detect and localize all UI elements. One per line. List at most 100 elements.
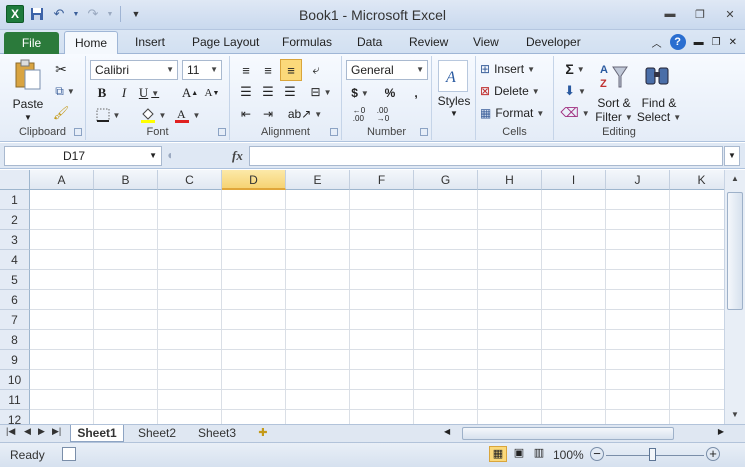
delete-cells-button[interactable]: ⊠ Delete ▼: [480, 82, 550, 100]
number-format-combo[interactable]: General ▼: [346, 60, 428, 80]
align-top-icon[interactable]: ≡: [236, 60, 256, 80]
formula-input[interactable]: [249, 146, 723, 166]
insert-function-icon[interactable]: fx: [232, 148, 243, 164]
italic-icon[interactable]: I: [116, 84, 132, 102]
help-icon[interactable]: ?: [669, 34, 686, 50]
first-sheet-icon[interactable]: |◀: [6, 426, 15, 437]
styles-dropdown-icon[interactable]: ▼: [448, 108, 460, 118]
row-header-5[interactable]: 5: [0, 270, 30, 290]
sort-filter-button[interactable]: Filter ▼: [592, 110, 636, 124]
row-header-12[interactable]: 12: [0, 410, 30, 424]
find-select-icon[interactable]: [640, 60, 674, 92]
align-middle-icon[interactable]: ≡: [258, 60, 278, 80]
wrap-text-icon[interactable]: ⤶: [306, 60, 326, 80]
zoom-in-icon[interactable]: +: [706, 447, 720, 461]
column-header-h[interactable]: H: [478, 170, 542, 190]
zoom-out-icon[interactable]: −: [590, 447, 604, 461]
workbook-minimize-icon[interactable]: ▬: [694, 37, 704, 48]
decrease-indent-icon[interactable]: ⇤: [236, 104, 256, 124]
font-launcher-icon[interactable]: [218, 128, 226, 136]
paste-dropdown-icon[interactable]: ▼: [22, 112, 34, 122]
column-header-f[interactable]: F: [350, 170, 414, 190]
insert-sheet-icon[interactable]: ✚: [252, 425, 274, 442]
row-header-9[interactable]: 9: [0, 350, 30, 370]
row-header-11[interactable]: 11: [0, 390, 30, 410]
row-header-6[interactable]: 6: [0, 290, 30, 310]
row-header-7[interactable]: 7: [0, 310, 30, 330]
increase-indent-icon[interactable]: ⇥: [258, 104, 278, 124]
tab-data[interactable]: Data: [357, 35, 382, 49]
scroll-up-icon[interactable]: ▲: [727, 172, 743, 186]
align-right-icon[interactable]: ☰: [280, 82, 300, 102]
next-sheet-icon[interactable]: ▶: [38, 426, 45, 437]
prev-sheet-icon[interactable]: ◀: [24, 426, 31, 437]
orientation-icon[interactable]: ab↗ ▼: [288, 104, 322, 124]
tab-insert[interactable]: Insert: [135, 35, 165, 49]
page-layout-view-icon[interactable]: ▣: [510, 446, 528, 462]
tab-view[interactable]: View: [473, 35, 499, 49]
increase-decimal-icon[interactable]: ←0.00: [348, 106, 370, 124]
horizontal-scrollbar[interactable]: ◀ ▶: [444, 427, 724, 441]
find-select-label-1[interactable]: Find &: [636, 96, 682, 110]
row-header-4[interactable]: 4: [0, 250, 30, 270]
number-launcher-icon[interactable]: [420, 128, 428, 136]
underline-icon[interactable]: U ▼: [136, 84, 162, 102]
format-painter-icon[interactable]: 🖌: [52, 104, 70, 122]
alignment-launcher-icon[interactable]: [330, 128, 338, 136]
font-size-combo[interactable]: 11 ▼: [182, 60, 222, 80]
font-color-icon[interactable]: A ▼: [172, 106, 202, 124]
decrease-decimal-icon[interactable]: .00 →0: [372, 106, 394, 124]
scroll-down-icon[interactable]: ▼: [727, 408, 743, 422]
row-header-10[interactable]: 10: [0, 370, 30, 390]
zoom-slider-thumb[interactable]: [649, 448, 656, 461]
name-box[interactable]: D17 ▼: [4, 146, 162, 166]
row-header-1[interactable]: 1: [0, 190, 30, 210]
scroll-left-icon[interactable]: ◀: [444, 427, 450, 436]
column-header-i[interactable]: I: [542, 170, 606, 190]
styles-label[interactable]: Styles: [432, 94, 476, 108]
format-cells-button[interactable]: ▦ Format ▼: [480, 104, 550, 122]
sheet-tab-sheet2[interactable]: Sheet2: [130, 425, 184, 442]
maximize-icon[interactable]: ❐: [691, 6, 709, 22]
minimize-icon[interactable]: ▬: [661, 6, 679, 22]
paste-icon[interactable]: [10, 58, 46, 92]
column-header-g[interactable]: G: [414, 170, 478, 190]
column-header-j[interactable]: J: [606, 170, 670, 190]
cut-icon[interactable]: ✂: [52, 60, 70, 78]
align-center-icon[interactable]: ☰: [258, 82, 278, 102]
insert-cells-button[interactable]: ⊞ Insert ▼: [480, 60, 550, 78]
styles-icon[interactable]: A: [438, 60, 468, 92]
sort-filter-label-1[interactable]: Sort &: [592, 96, 636, 110]
fill-icon[interactable]: ⬇ ▼: [560, 82, 590, 100]
fill-color-icon[interactable]: ▼: [138, 106, 168, 124]
tab-home[interactable]: Home: [64, 31, 119, 55]
autosum-icon[interactable]: Σ ▼: [560, 60, 590, 78]
macro-record-icon[interactable]: [62, 447, 76, 461]
workbook-restore-icon[interactable]: ❐: [712, 37, 721, 48]
row-header-3[interactable]: 3: [0, 230, 30, 250]
cell-area[interactable]: [30, 190, 724, 424]
comma-button[interactable]: ,: [408, 84, 424, 102]
currency-button[interactable]: $ ▼: [348, 84, 372, 102]
borders-icon[interactable]: ▼: [94, 106, 122, 124]
expand-formula-bar-icon[interactable]: ▼: [724, 146, 740, 166]
find-select-button[interactable]: Select ▼: [636, 110, 682, 124]
tab-formulas[interactable]: Formulas: [282, 35, 332, 49]
vertical-scroll-thumb[interactable]: [727, 192, 743, 310]
page-break-view-icon[interactable]: ▥: [530, 446, 548, 462]
decrease-font-icon[interactable]: A ▼: [204, 84, 220, 102]
increase-font-icon[interactable]: A ▲: [182, 84, 198, 102]
percent-button[interactable]: %: [382, 84, 398, 102]
row-header-2[interactable]: 2: [0, 210, 30, 230]
row-header-8[interactable]: 8: [0, 330, 30, 350]
normal-view-icon[interactable]: ▦: [489, 446, 507, 462]
paste-button[interactable]: Paste: [8, 96, 48, 112]
sheet-tab-sheet3[interactable]: Sheet3: [190, 425, 244, 442]
clipboard-launcher-icon[interactable]: [74, 128, 82, 136]
minimize-ribbon-icon[interactable]: ︿: [652, 35, 662, 50]
column-header-a[interactable]: A: [30, 170, 94, 190]
column-header-d[interactable]: D: [222, 170, 286, 190]
merge-center-icon[interactable]: ⊟ ▼: [306, 82, 336, 102]
copy-icon[interactable]: ⧉ ▼: [52, 82, 78, 100]
font-name-combo[interactable]: Calibri ▼: [90, 60, 178, 80]
